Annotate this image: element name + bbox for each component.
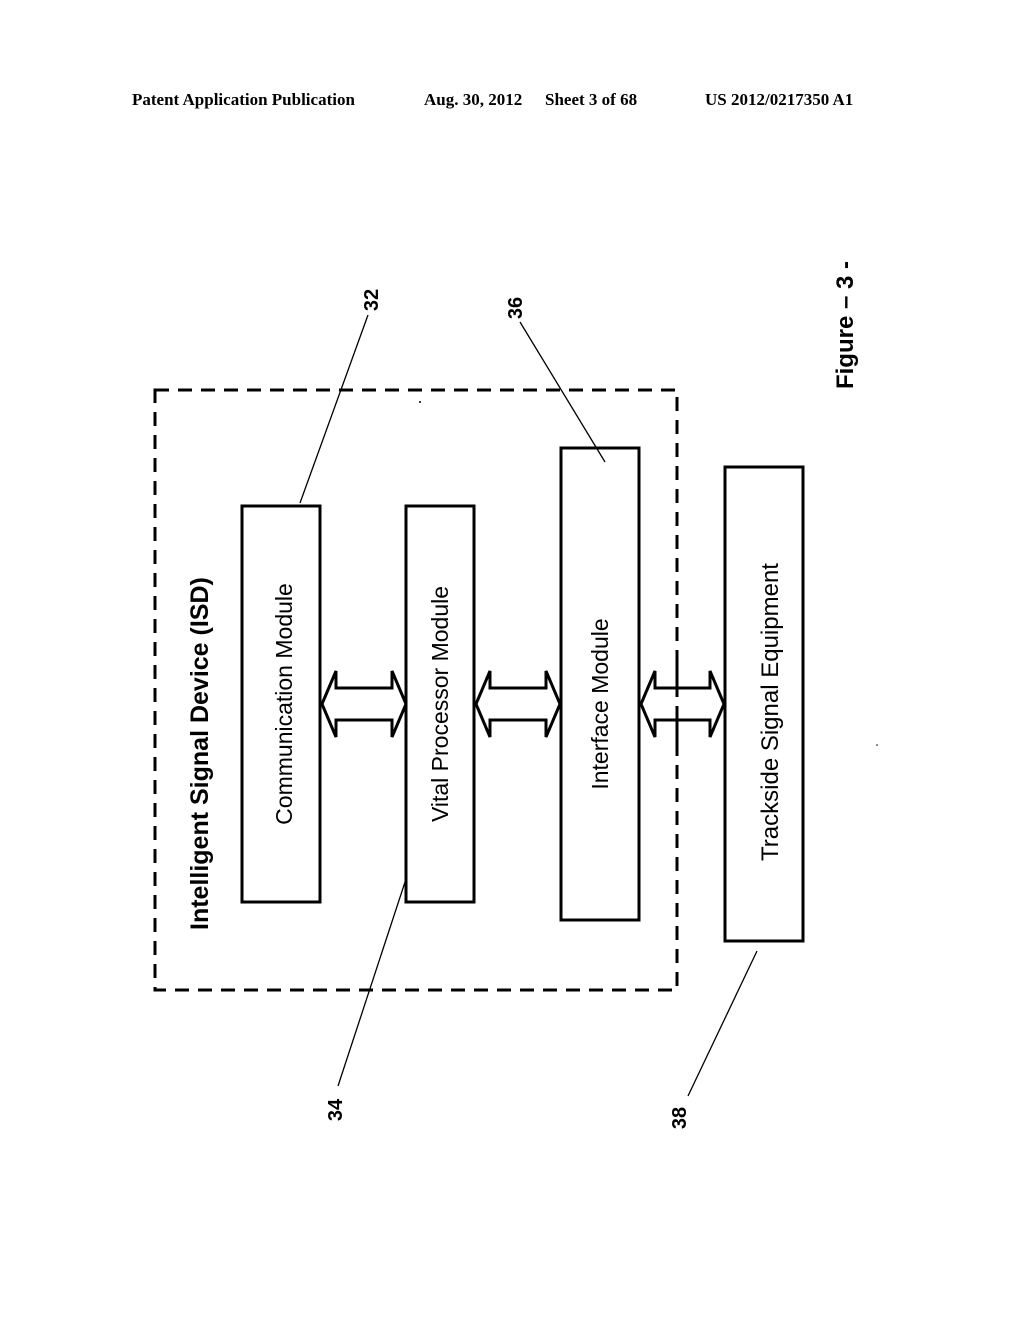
scan-speck [419, 401, 421, 403]
leader-line-36 [519, 321, 606, 463]
leader-line-32 [299, 314, 369, 504]
trackside-signal-equipment-label: Trackside Signal Equipment [757, 563, 784, 861]
vital-processor-module: Vital Processor Module [404, 504, 476, 904]
double-arrow-icon [474, 670, 562, 738]
communication-module-label: Communication Module [271, 583, 297, 825]
ref-numeral-34: 34 [325, 1098, 347, 1121]
trackside-signal-equipment: Trackside Signal Equipment [723, 465, 805, 943]
ref-numeral-36: 36 [505, 297, 527, 319]
scan-speck [876, 744, 878, 746]
ref-numeral-32: 32 [361, 289, 383, 311]
ref-numeral-38: 38 [669, 1107, 691, 1129]
interface-module-label: Interface Module [587, 618, 613, 789]
figure-label: Figure – 3 - [832, 261, 859, 389]
block-diagram: Intelligent Signal Device (ISD) Communic… [153, 261, 878, 1129]
isd-title: Intelligent Signal Device (ISD) [186, 577, 214, 930]
double-arrow-icon [320, 670, 408, 738]
leader-line-34 [337, 875, 408, 1087]
double-arrow-icon [639, 670, 726, 738]
communication-module: Communication Module [240, 504, 322, 904]
interface-module: Interface Module [559, 446, 641, 922]
leader-line-38 [687, 950, 758, 1097]
vital-processor-module-label: Vital Processor Module [427, 586, 453, 822]
